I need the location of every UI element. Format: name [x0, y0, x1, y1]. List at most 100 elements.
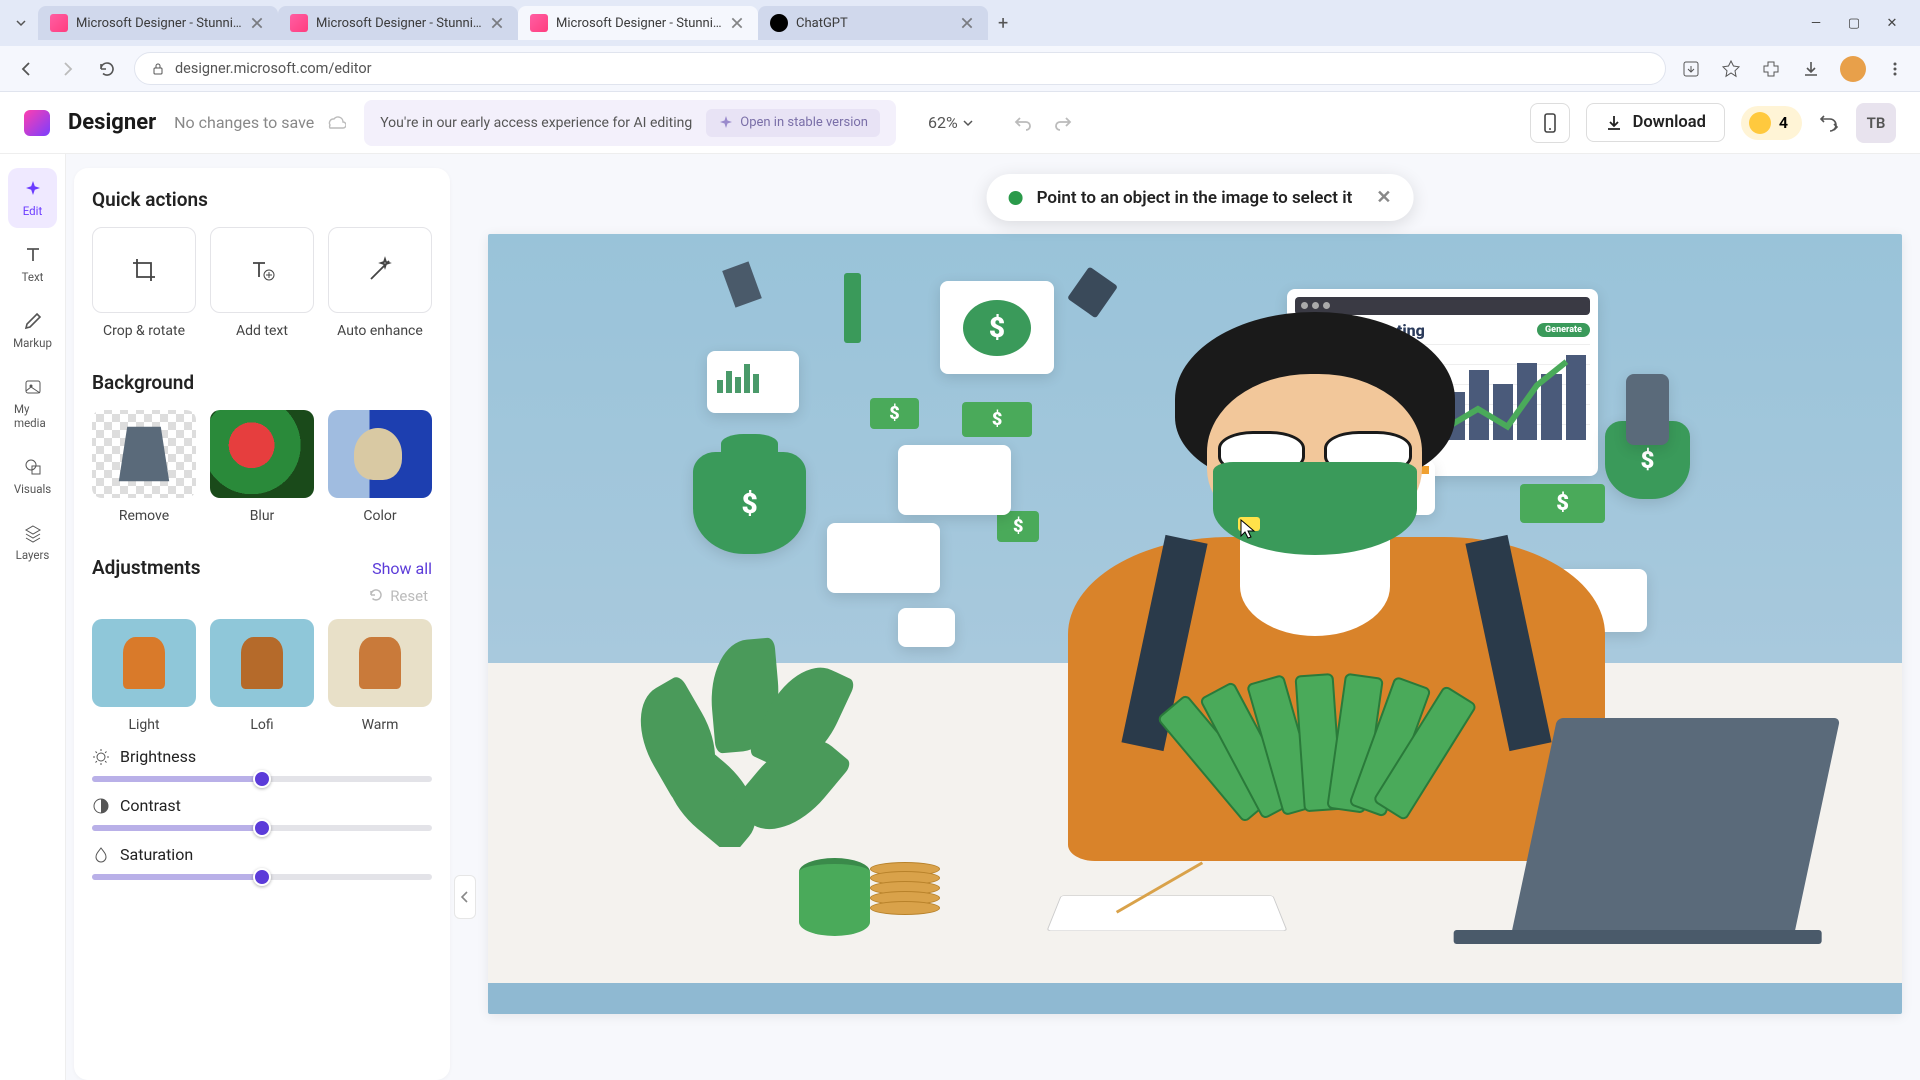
tab-designer-1[interactable]: Microsoft Designer - Stunning [38, 6, 278, 40]
download-button[interactable]: Download [1586, 103, 1725, 142]
app-name: Designer [68, 110, 156, 135]
tabs: Microsoft Designer - Stunning Microsoft … [38, 6, 988, 40]
phone-icon [1626, 374, 1668, 444]
minimize-icon[interactable]: — [1808, 16, 1824, 31]
reset-icon [368, 587, 384, 603]
rail-markup[interactable]: Markup [8, 300, 57, 360]
quick-actions-title: Quick actions [92, 188, 432, 211]
bg-color[interactable]: Color [328, 410, 432, 524]
back-button[interactable] [14, 56, 40, 82]
preset-lofi[interactable]: Lofi [210, 619, 314, 733]
contrast-track[interactable]: 0 [92, 825, 432, 831]
download-icon [1605, 114, 1623, 132]
mobile-preview-button[interactable] [1530, 103, 1570, 143]
credits-badge[interactable]: 4 [1741, 106, 1802, 140]
open-stable-button[interactable]: Open in stable version [706, 109, 880, 137]
close-icon[interactable] [960, 16, 974, 30]
rail-my-media[interactable]: My media [8, 366, 57, 440]
redo-button[interactable] [1052, 112, 1074, 134]
preset-light[interactable]: Light [92, 619, 196, 733]
early-access-banner: You're in our early access experience fo… [364, 100, 896, 146]
close-window-icon[interactable]: ✕ [1884, 16, 1900, 31]
remove-bg-thumb [92, 410, 196, 498]
reset-adjustments[interactable]: Reset [96, 587, 428, 605]
share-icon[interactable] [1818, 112, 1840, 134]
close-icon[interactable] [730, 16, 744, 30]
pencil-icon [22, 310, 44, 332]
designer-favicon [50, 14, 68, 32]
adjustments-title: Adjustments [92, 556, 200, 579]
browser-tab-strip: Microsoft Designer - Stunning Microsoft … [0, 0, 1920, 46]
bookmark-icon[interactable] [1720, 58, 1742, 80]
shapes-icon [22, 456, 44, 478]
rail-text[interactable]: Text [8, 234, 57, 294]
show-all-link[interactable]: Show all [372, 559, 432, 578]
marker-icon [1067, 266, 1118, 318]
crop-rotate-action[interactable]: Crop & rotate [92, 227, 196, 339]
saturation-track[interactable]: 0 [92, 874, 432, 880]
brightness-track[interactable]: 0 [92, 776, 432, 782]
maximize-icon[interactable]: ▢ [1846, 16, 1862, 31]
url-input[interactable]: designer.microsoft.com/editor [134, 52, 1666, 85]
cursor-pointer [1240, 519, 1258, 537]
chevron-down-icon [962, 117, 974, 129]
dollar-bill-icon: $ [870, 398, 919, 429]
mini-bar-chart-card [707, 351, 799, 413]
new-tab-button[interactable]: + [998, 13, 1008, 34]
background-title: Background [92, 371, 432, 394]
profile-avatar[interactable] [1840, 56, 1866, 82]
sparkle-icon [718, 115, 734, 131]
add-text-action[interactable]: Add text [210, 227, 314, 339]
crop-icon [92, 227, 196, 313]
preset-warm[interactable]: Warm [328, 619, 432, 733]
tab-designer-2[interactable]: Microsoft Designer - Stunning [278, 6, 518, 40]
browser-menu-icon[interactable] [1884, 58, 1906, 80]
left-rail: Edit Text Markup My media Visuals Layers [0, 154, 66, 1080]
mini-chart-card [898, 608, 955, 647]
auto-enhance-action[interactable]: Auto enhance [328, 227, 432, 339]
cash-fan [1229, 674, 1444, 811]
close-icon[interactable] [490, 16, 504, 30]
user-avatar[interactable]: TB [1856, 103, 1896, 143]
slider-thumb[interactable] [253, 770, 271, 788]
bg-remove[interactable]: Remove [92, 410, 196, 524]
background-row: Remove Blur Color [92, 410, 432, 524]
tab-title: Microsoft Designer - Stunning [556, 16, 722, 31]
undo-redo [1012, 112, 1074, 134]
designer-favicon [290, 14, 308, 32]
collapse-panel-button[interactable] [454, 875, 476, 919]
design-canvas[interactable]: $ $ $ $ $ Divonnt InvestingGenerate $ [488, 234, 1902, 1014]
save-status: No changes to save [174, 113, 314, 132]
edit-panel: Quick actions Crop & rotate Add text Aut… [74, 168, 450, 1080]
site-info-icon[interactable] [151, 62, 165, 76]
zoom-control[interactable]: 62% [928, 113, 974, 132]
close-icon[interactable] [250, 16, 264, 30]
coin-icon [1749, 112, 1771, 134]
slider-thumb[interactable] [253, 819, 271, 837]
canvas-area: Point to an object in the image to selec… [480, 154, 1920, 1080]
saturation-icon [92, 846, 110, 864]
preset-thumb [92, 619, 196, 707]
brightness-slider: Brightness 0 [92, 747, 432, 782]
marker-icon [723, 262, 763, 308]
slider-thumb[interactable] [253, 868, 271, 886]
install-app-icon[interactable] [1680, 58, 1702, 80]
rail-visuals[interactable]: Visuals [8, 446, 57, 506]
close-toast-button[interactable]: ✕ [1376, 187, 1391, 208]
bg-blur[interactable]: Blur [210, 410, 314, 524]
tab-history-dropdown[interactable] [10, 12, 32, 34]
tab-chatgpt[interactable]: ChatGPT [758, 6, 988, 40]
designer-logo-icon[interactable] [24, 110, 50, 136]
extensions-icon[interactable] [1760, 58, 1782, 80]
wand-icon [328, 227, 432, 313]
reload-button[interactable] [94, 56, 120, 82]
tab-title: ChatGPT [796, 16, 952, 31]
undo-button[interactable] [1012, 112, 1034, 134]
rail-layers[interactable]: Layers [8, 512, 57, 572]
tab-designer-3[interactable]: Microsoft Designer - Stunning [518, 6, 758, 40]
chevron-left-icon [460, 890, 470, 904]
downloads-icon[interactable] [1800, 58, 1822, 80]
rail-edit[interactable]: Edit [8, 168, 57, 228]
forward-button[interactable] [54, 56, 80, 82]
sparkle-icon [22, 178, 44, 200]
